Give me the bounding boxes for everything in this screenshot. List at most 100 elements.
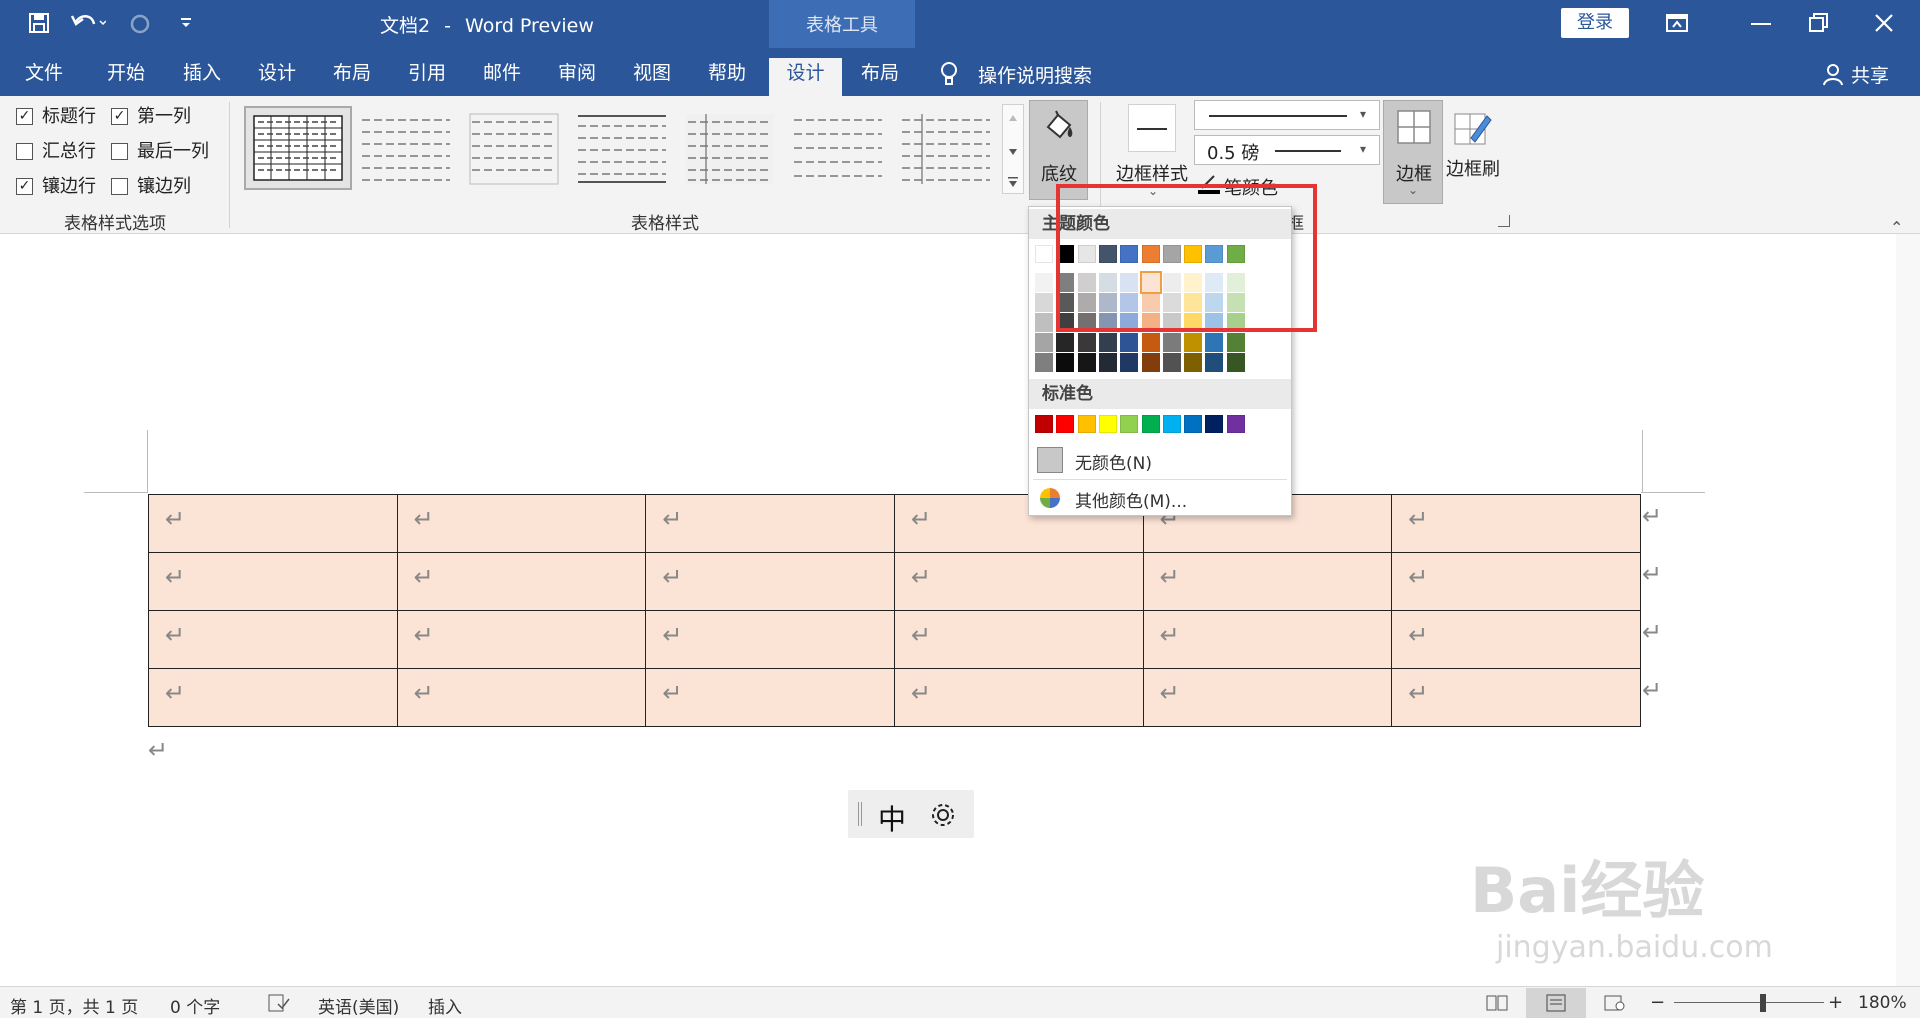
standard-color-swatch[interactable] [1098,415,1117,433]
tab-table-layout[interactable]: 布局 [846,58,914,96]
read-mode-icon[interactable] [1486,995,1508,1011]
undo-icon[interactable] [70,10,107,36]
language[interactable]: 英语(美国) [318,993,399,1018]
theme-shade-swatch[interactable] [1184,353,1203,372]
banded-columns-checkbox[interactable]: 镶边列 [111,176,191,198]
theme-shade-swatch[interactable] [1035,333,1053,352]
table-style-plain-2[interactable] [468,112,560,188]
border-painter-icon[interactable] [1451,106,1495,150]
tab-references[interactable]: 引用 [393,58,461,96]
theme-shade-swatch[interactable] [1035,313,1053,332]
header-row-checkbox[interactable]: ✓ 标题行 [16,106,96,128]
theme-shade-swatch[interactable] [1205,333,1224,352]
close-icon[interactable] [1873,12,1895,34]
table-style-plain-4[interactable] [684,112,776,188]
border-painter-label[interactable]: 边框刷 [1446,155,1500,181]
table-cell[interactable]: ↵ [1142,668,1393,727]
table-cell[interactable]: ↵ [893,610,1144,669]
standard-color-swatch[interactable] [1205,415,1224,433]
first-column-checkbox[interactable]: ✓ 第一列 [111,106,191,128]
standard-color-swatch[interactable] [1226,415,1245,433]
no-color-option[interactable]: 无颜色(N) [1035,443,1285,477]
tab-home[interactable]: 开始 [92,58,160,96]
zoom-out-button[interactable]: − [1650,992,1665,1013]
theme-shade-swatch[interactable] [1098,333,1117,352]
table-style-plain-6[interactable] [900,112,992,188]
theme-shade-swatch[interactable] [1077,353,1096,372]
zoom-level[interactable]: 180% [1858,993,1907,1013]
zoom-slider-thumb[interactable] [1760,994,1766,1012]
theme-shade-swatch[interactable] [1141,333,1160,352]
tab-mailings[interactable]: 邮件 [468,58,536,96]
theme-shade-swatch[interactable] [1035,293,1053,312]
theme-shade-swatch[interactable] [1120,353,1139,372]
table-cell[interactable]: ↵ [1391,668,1641,727]
tab-view[interactable]: 视图 [618,58,686,96]
print-layout-button[interactable] [1526,988,1586,1018]
theme-shade-swatch[interactable] [1226,353,1245,372]
table-style-plain-1[interactable] [360,112,452,188]
table-cell[interactable]: ↵ [148,610,398,669]
theme-shade-swatch[interactable] [1098,353,1117,372]
theme-color-swatch[interactable] [1035,245,1053,263]
standard-color-swatch[interactable] [1077,415,1096,433]
theme-shade-swatch[interactable] [1205,353,1224,372]
theme-shade-swatch[interactable] [1162,333,1181,352]
line-weight-dropdown[interactable]: 0.5 磅 ▾ [1194,135,1380,165]
standard-color-swatch[interactable] [1056,415,1075,433]
word-count[interactable]: 0 个字 [170,993,220,1018]
border-styles-label[interactable]: 边框样式 [1110,160,1194,186]
table-style-grid-selected[interactable] [244,106,352,190]
line-style-dropdown[interactable]: ▾ [1194,100,1380,130]
share-person-icon[interactable] [1822,62,1844,86]
last-column-checkbox[interactable]: 最后一列 [111,141,209,163]
vertical-scrollbar[interactable] [1896,234,1920,986]
table-cell[interactable]: ↵ [1142,610,1393,669]
table-cell[interactable]: ↵ [148,494,398,553]
insert-mode[interactable]: 插入 [428,993,462,1018]
tell-me-search[interactable]: 操作说明搜索 [978,61,1092,88]
border-style-preview[interactable] [1128,104,1176,152]
minimize-icon[interactable] [1751,23,1771,25]
tab-file[interactable]: 文件 [10,58,78,96]
tab-design[interactable]: 设计 [243,58,311,96]
standard-color-swatch[interactable] [1120,415,1139,433]
ime-drag-handle[interactable] [858,802,862,826]
word-table[interactable]: ↵ ↵ ↵ ↵ ↵ ↵ ↵ ↵ ↵ ↵ ↵ ↵ ↵ ↵ ↵ ↵ ↵ ↵ ↵ ↵ ↵ ↵ ↵ ↵ [148,494,1641,727]
standard-color-swatch[interactable] [1184,415,1203,433]
theme-shade-swatch[interactable] [1056,333,1075,352]
table-cell[interactable]: ↵ [645,494,895,553]
standard-color-swatch[interactable] [1141,415,1160,433]
redo-icon[interactable] [128,12,152,36]
ribbon-display-options-icon[interactable] [1665,12,1689,34]
theme-shade-swatch[interactable] [1139,271,1162,294]
zoom-in-button[interactable]: + [1828,992,1843,1013]
standard-color-swatch[interactable] [1162,415,1181,433]
table-style-plain-3[interactable] [576,112,668,188]
zoom-slider[interactable] [1674,1002,1824,1003]
tab-insert[interactable]: 插入 [168,58,236,96]
table-cell[interactable]: ↵ [1142,552,1393,611]
borders-button[interactable]: 边框 ⌄ [1383,100,1443,204]
tab-table-design[interactable]: 设计 [769,58,842,96]
login-button[interactable]: 登录 [1561,8,1629,38]
table-style-plain-5[interactable] [792,112,884,188]
table-cell[interactable]: ↵ [396,668,647,727]
theme-shade-swatch[interactable] [1226,333,1245,352]
tab-help[interactable]: 帮助 [693,58,761,96]
theme-shade-swatch[interactable] [1035,353,1053,372]
table-cell[interactable]: ↵ [396,552,647,611]
proofing-icon[interactable] [268,994,290,1012]
page-count[interactable]: 第 1 页，共 1 页 [10,993,138,1018]
theme-shade-swatch[interactable] [1120,333,1139,352]
table-cell[interactable]: ↵ [645,610,895,669]
standard-color-swatch[interactable] [1035,415,1053,433]
tab-review[interactable]: 审阅 [543,58,611,96]
tab-layout[interactable]: 布局 [318,58,386,96]
table-cell[interactable]: ↵ [148,668,398,727]
theme-shade-swatch[interactable] [1056,353,1075,372]
more-colors-option[interactable]: 其他颜色(M)... [1035,483,1285,513]
ime-mode-indicator[interactable]: 中 [878,798,906,838]
banded-rows-checkbox[interactable]: ✓ 镶边行 [16,176,96,198]
table-cell[interactable]: ↵ [1391,552,1641,611]
